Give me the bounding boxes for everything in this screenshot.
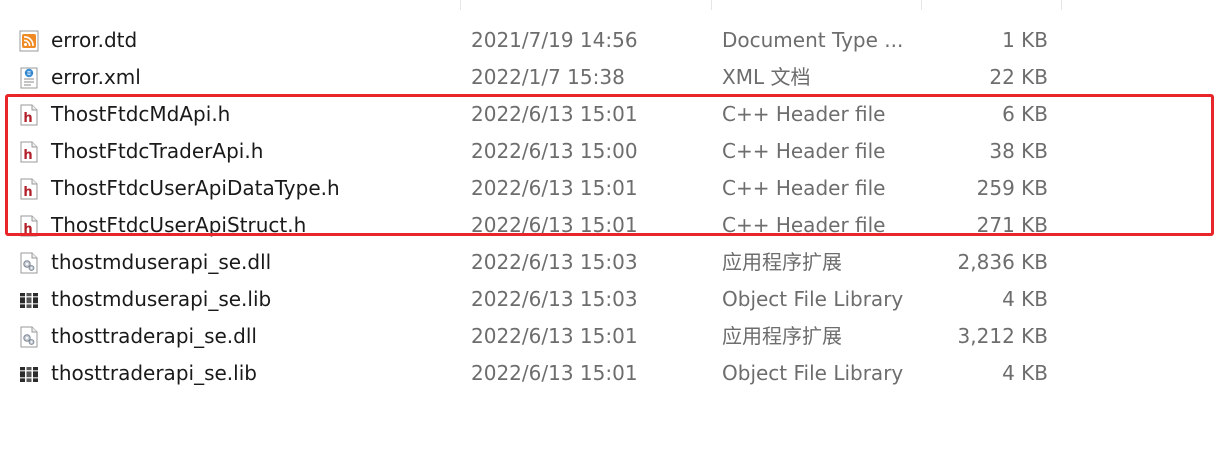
svg-text:h: h [23,111,32,126]
file-date: 2022/6/13 15:01 [471,213,638,237]
column-divider-date[interactable] [711,0,712,10]
file-date: 2022/6/13 15:03 [471,287,638,311]
header-file-icon: h [19,215,39,237]
file-size: 4 KB [1002,361,1048,385]
file-name[interactable]: thosttraderapi_se.lib [51,355,257,392]
column-divider-name[interactable] [460,0,461,10]
dll-file-icon [19,252,39,274]
file-row[interactable]: error.dtd 2021/7/19 14:56 Document Type … [0,22,1230,59]
lib-file-icon [19,363,39,385]
svg-text:h: h [23,222,32,237]
file-name[interactable]: thostmduserapi_se.lib [51,281,271,318]
file-row[interactable]: h ThostFtdcUserApiStruct.h 2022/6/13 15:… [0,207,1230,244]
header-file-icon: h [19,178,39,200]
file-name[interactable]: ThostFtdcUserApiStruct.h [51,207,306,244]
file-size: 271 KB [976,213,1048,237]
file-size: 4 KB [1002,287,1048,311]
dll-file-icon [19,326,39,348]
file-size: 38 KB [989,139,1048,163]
file-row[interactable]: thosttraderapi_se.dll 2022/6/13 15:01 应用… [0,318,1230,355]
file-size: 2,836 KB [957,250,1048,274]
column-divider-size[interactable] [1061,0,1062,10]
file-size: 6 KB [1002,102,1048,126]
file-name[interactable]: ThostFtdcUserApiDataType.h [51,170,340,207]
file-name[interactable]: error.dtd [51,22,137,59]
svg-text:h: h [23,148,32,163]
file-size: 1 KB [1002,28,1048,52]
file-date: 2022/6/13 15:03 [471,250,638,274]
file-type: C++ Header file [722,102,886,126]
file-type: Object File Library [722,287,904,311]
file-date: 2022/6/13 15:00 [471,139,638,163]
file-type: C++ Header file [722,139,886,163]
file-type: Object File Library [722,361,904,385]
file-type: XML 文档 [722,65,811,89]
file-type: C++ Header file [722,213,886,237]
file-size: 22 KB [989,65,1048,89]
lib-file-icon [19,289,39,311]
file-list: error.dtd 2021/7/19 14:56 Document Type … [0,22,1230,392]
file-name[interactable]: ThostFtdcMdApi.h [51,96,230,133]
file-type: Document Type ... [722,28,904,52]
header-file-icon: h [19,104,39,126]
rss-icon [19,30,39,52]
file-date: 2021/7/19 14:56 [471,28,638,52]
file-date: 2022/6/13 15:01 [471,176,638,200]
file-name[interactable]: error.xml [51,59,141,96]
file-row[interactable]: error.xml 2022/1/7 15:38 XML 文档 22 KB [0,59,1230,96]
xml-file-icon [19,67,39,89]
file-row[interactable]: thostmduserapi_se.lib 2022/6/13 15:03 Ob… [0,281,1230,318]
file-row[interactable]: h ThostFtdcMdApi.h 2022/6/13 15:01 C++ H… [0,96,1230,133]
file-type: 应用程序扩展 [722,324,842,348]
file-name[interactable]: thostmduserapi_se.dll [51,244,271,281]
header-file-icon: h [19,141,39,163]
file-row[interactable]: thostmduserapi_se.dll 2022/6/13 15:03 应用… [0,244,1230,281]
file-row[interactable]: thosttraderapi_se.lib 2022/6/13 15:01 Ob… [0,355,1230,392]
file-type: 应用程序扩展 [722,250,842,274]
file-name[interactable]: ThostFtdcTraderApi.h [51,133,263,170]
file-date: 2022/6/13 15:01 [471,361,638,385]
file-size: 259 KB [976,176,1048,200]
file-size: 3,212 KB [957,324,1048,348]
file-date: 2022/6/13 15:01 [471,324,638,348]
file-row[interactable]: h ThostFtdcUserApiDataType.h 2022/6/13 1… [0,170,1230,207]
file-date: 2022/6/13 15:01 [471,102,638,126]
column-divider-type[interactable] [921,0,922,10]
file-date: 2022/1/7 15:38 [471,65,625,89]
file-name[interactable]: thosttraderapi_se.dll [51,318,257,355]
file-row[interactable]: h ThostFtdcTraderApi.h 2022/6/13 15:00 C… [0,133,1230,170]
file-type: C++ Header file [722,176,886,200]
svg-text:h: h [23,185,32,200]
